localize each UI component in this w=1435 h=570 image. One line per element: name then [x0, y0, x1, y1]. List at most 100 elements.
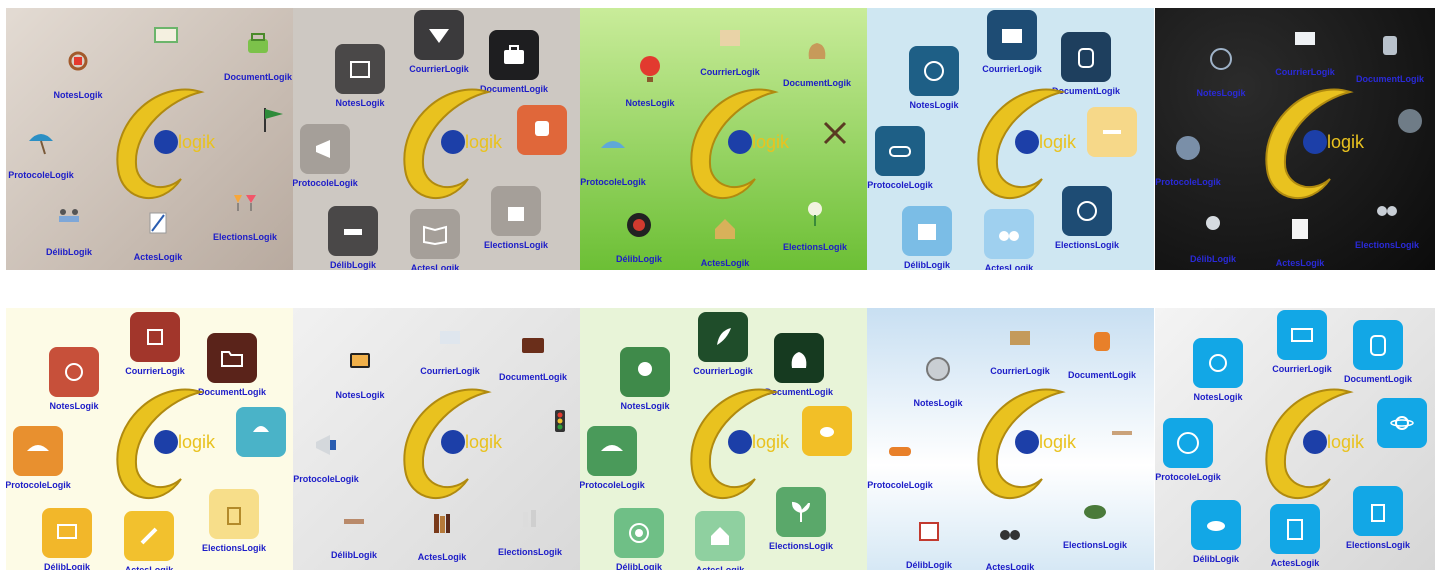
app-protocole[interactable]: ProtocoleLogik	[580, 123, 658, 199]
app-protocole[interactable]: ProtocoleLogik	[580, 426, 657, 502]
theme-panel-meadow[interactable]: NotesLogik CourrierLogik DocumentLogik P…	[580, 8, 867, 270]
app-delib[interactable]: DélibLogik	[24, 193, 114, 269]
theme-panel-flat-dark[interactable]: CourrierLogik NotesLogik DocumentLogik P…	[293, 8, 580, 270]
app-label: DocumentLogik	[498, 372, 567, 382]
app-delib[interactable]: DélibLogik	[308, 206, 398, 270]
app-label: ActesLogik	[133, 252, 183, 262]
app-label: ElectionsLogik	[201, 543, 266, 553]
app-document[interactable]: DocumentLogik	[488, 318, 578, 394]
app-notes[interactable]: NotesLogik	[315, 44, 405, 120]
loudspeaker-icon	[301, 420, 351, 470]
app-protocole[interactable]: ProtocoleLogik	[293, 420, 371, 496]
app-actes[interactable]: ActesLogik	[390, 209, 480, 270]
app-label: ActesLogik	[700, 258, 750, 268]
wooden-sled-icon	[1097, 408, 1147, 458]
ship-wheel-icon	[53, 36, 103, 86]
app-label: ElectionsLogik	[782, 242, 847, 252]
app-delib[interactable]: DélibLogik	[594, 200, 684, 270]
logo-wordmark: logik	[178, 432, 216, 452]
app-label: NotesLogik	[335, 390, 385, 400]
theme-panel-clouds[interactable]: NotesLogik CourrierLogik DocumentLogik P…	[867, 308, 1154, 570]
clogik-logo: logik	[403, 88, 503, 200]
app-delib[interactable]: DélibLogik	[1168, 200, 1258, 270]
app-label: ElectionsLogik	[1062, 540, 1127, 550]
app-delib[interactable]: DélibLogik	[884, 506, 974, 570]
folder-icon	[207, 333, 257, 383]
app-protocole[interactable]: ProtocoleLogik	[6, 426, 83, 502]
theme-panel-space[interactable]: NotesLogik CourrierLogik DocumentLogik P…	[1155, 8, 1435, 270]
app-delib[interactable]: DélibLogik	[22, 508, 112, 570]
app-protocole[interactable]: ProtocoleLogik	[6, 116, 86, 192]
app-extra[interactable]	[1365, 96, 1435, 172]
app-protocole[interactable]: ProtocoleLogik	[867, 426, 945, 502]
app-label: ActesLogik	[1275, 258, 1325, 268]
app-label: ProtocoleLogik	[1155, 177, 1221, 187]
app-courrier[interactable]: CourrierLogik	[1260, 13, 1350, 89]
app-actes[interactable]: ActesLogik	[965, 508, 1055, 570]
theme-panel-beach[interactable]: NotesLogik DocumentLogik ProtocoleLogik …	[6, 8, 293, 270]
app-courrier[interactable]: CourrierLogik	[405, 312, 495, 388]
notepad-icon	[1275, 204, 1325, 254]
parasol-icon	[16, 116, 66, 166]
astronauts-circle-icon	[1196, 34, 1246, 84]
binoculars-icon	[984, 209, 1034, 259]
app-label: ActesLogik	[417, 552, 467, 562]
space-letter-icon	[1280, 13, 1330, 63]
clogik-logo: logik	[116, 388, 216, 500]
app-label: DélibLogik	[903, 260, 950, 270]
theme-panel-warm-flat[interactable]: CourrierLogik NotesLogik DocumentLogik P…	[6, 308, 293, 570]
app-delib[interactable]: DélibLogik	[882, 206, 972, 270]
app-notes[interactable]: NotesLogik	[1173, 338, 1263, 414]
app-protocole[interactable]: ProtocoleLogik	[1155, 123, 1233, 199]
app-delib[interactable]: DélibLogik	[1171, 500, 1261, 570]
helm-icon	[49, 347, 99, 397]
app-label: ProtocoleLogik	[293, 474, 359, 484]
logo-wordmark: logik	[752, 132, 790, 152]
theme-panel-blue-flat[interactable]: CourrierLogik NotesLogik DocumentLogik P…	[1155, 308, 1435, 570]
app-actes[interactable]: ActesLogik	[1255, 204, 1345, 270]
app-notes[interactable]: NotesLogik	[1176, 34, 1266, 110]
app-delib[interactable]: DélibLogik	[594, 508, 684, 570]
app-actes[interactable]: ActesLogik	[964, 209, 1054, 270]
app-label: ElectionsLogik	[497, 547, 562, 557]
app-document[interactable]: DocumentLogik	[1057, 316, 1147, 392]
windmill-icon	[810, 108, 860, 158]
app-label: ActesLogik	[985, 562, 1035, 570]
app-actes[interactable]: ActesLogik	[1250, 504, 1340, 570]
app-notes[interactable]: NotesLogik	[889, 46, 979, 122]
app-label: DélibLogik	[615, 254, 662, 264]
app-notes[interactable]: NotesLogik	[315, 336, 405, 412]
app-extra[interactable]	[216, 407, 293, 483]
app-label: CourrierLogik	[700, 67, 760, 77]
app-courrier[interactable]: CourrierLogik	[975, 312, 1065, 388]
app-extra[interactable]	[790, 108, 867, 184]
app-actes[interactable]: ActesLogik	[104, 511, 194, 570]
logo-wordmark: logik	[752, 432, 790, 452]
app-label: ActesLogik	[984, 263, 1034, 270]
astronaut-meeting-icon	[1188, 200, 1238, 250]
clogik-logo: logik	[977, 88, 1077, 200]
theme-panel-cobble[interactable]: NotesLogik CourrierLogik DocumentLogik P…	[293, 308, 580, 570]
jellyfish-icon	[236, 407, 286, 457]
meeting-icon	[328, 206, 378, 256]
train-icon	[517, 105, 567, 155]
app-extra[interactable]	[515, 396, 580, 472]
app-actes[interactable]: ActesLogik	[680, 204, 770, 270]
app-document[interactable]: DocumentLogik	[213, 18, 293, 94]
app-protocole[interactable]: ProtocoleLogik	[867, 126, 945, 202]
app-courrier[interactable]	[121, 10, 211, 86]
app-delib[interactable]: DélibLogik	[309, 496, 399, 570]
app-label: CourrierLogik	[1275, 67, 1335, 77]
gps-device-icon	[335, 336, 385, 386]
app-protocole[interactable]: ProtocoleLogik	[1155, 418, 1233, 494]
app-extra[interactable]	[228, 94, 293, 170]
clogik-logo: logik	[690, 88, 790, 200]
app-courrier[interactable]: CourrierLogik	[685, 13, 775, 89]
theme-panel-sky-flat[interactable]: CourrierLogik NotesLogik DocumentLogik P…	[867, 8, 1154, 270]
theme-panel-green-flat[interactable]: CourrierLogik NotesLogik DocumentLogik P…	[580, 308, 867, 570]
app-notes[interactable]: NotesLogik	[600, 347, 690, 423]
app-label: DocumentLogik	[1343, 374, 1412, 384]
app-protocole[interactable]: ProtocoleLogik	[293, 124, 370, 200]
app-actes[interactable]: ActesLogik	[675, 511, 765, 570]
app-extra[interactable]	[1077, 408, 1154, 484]
